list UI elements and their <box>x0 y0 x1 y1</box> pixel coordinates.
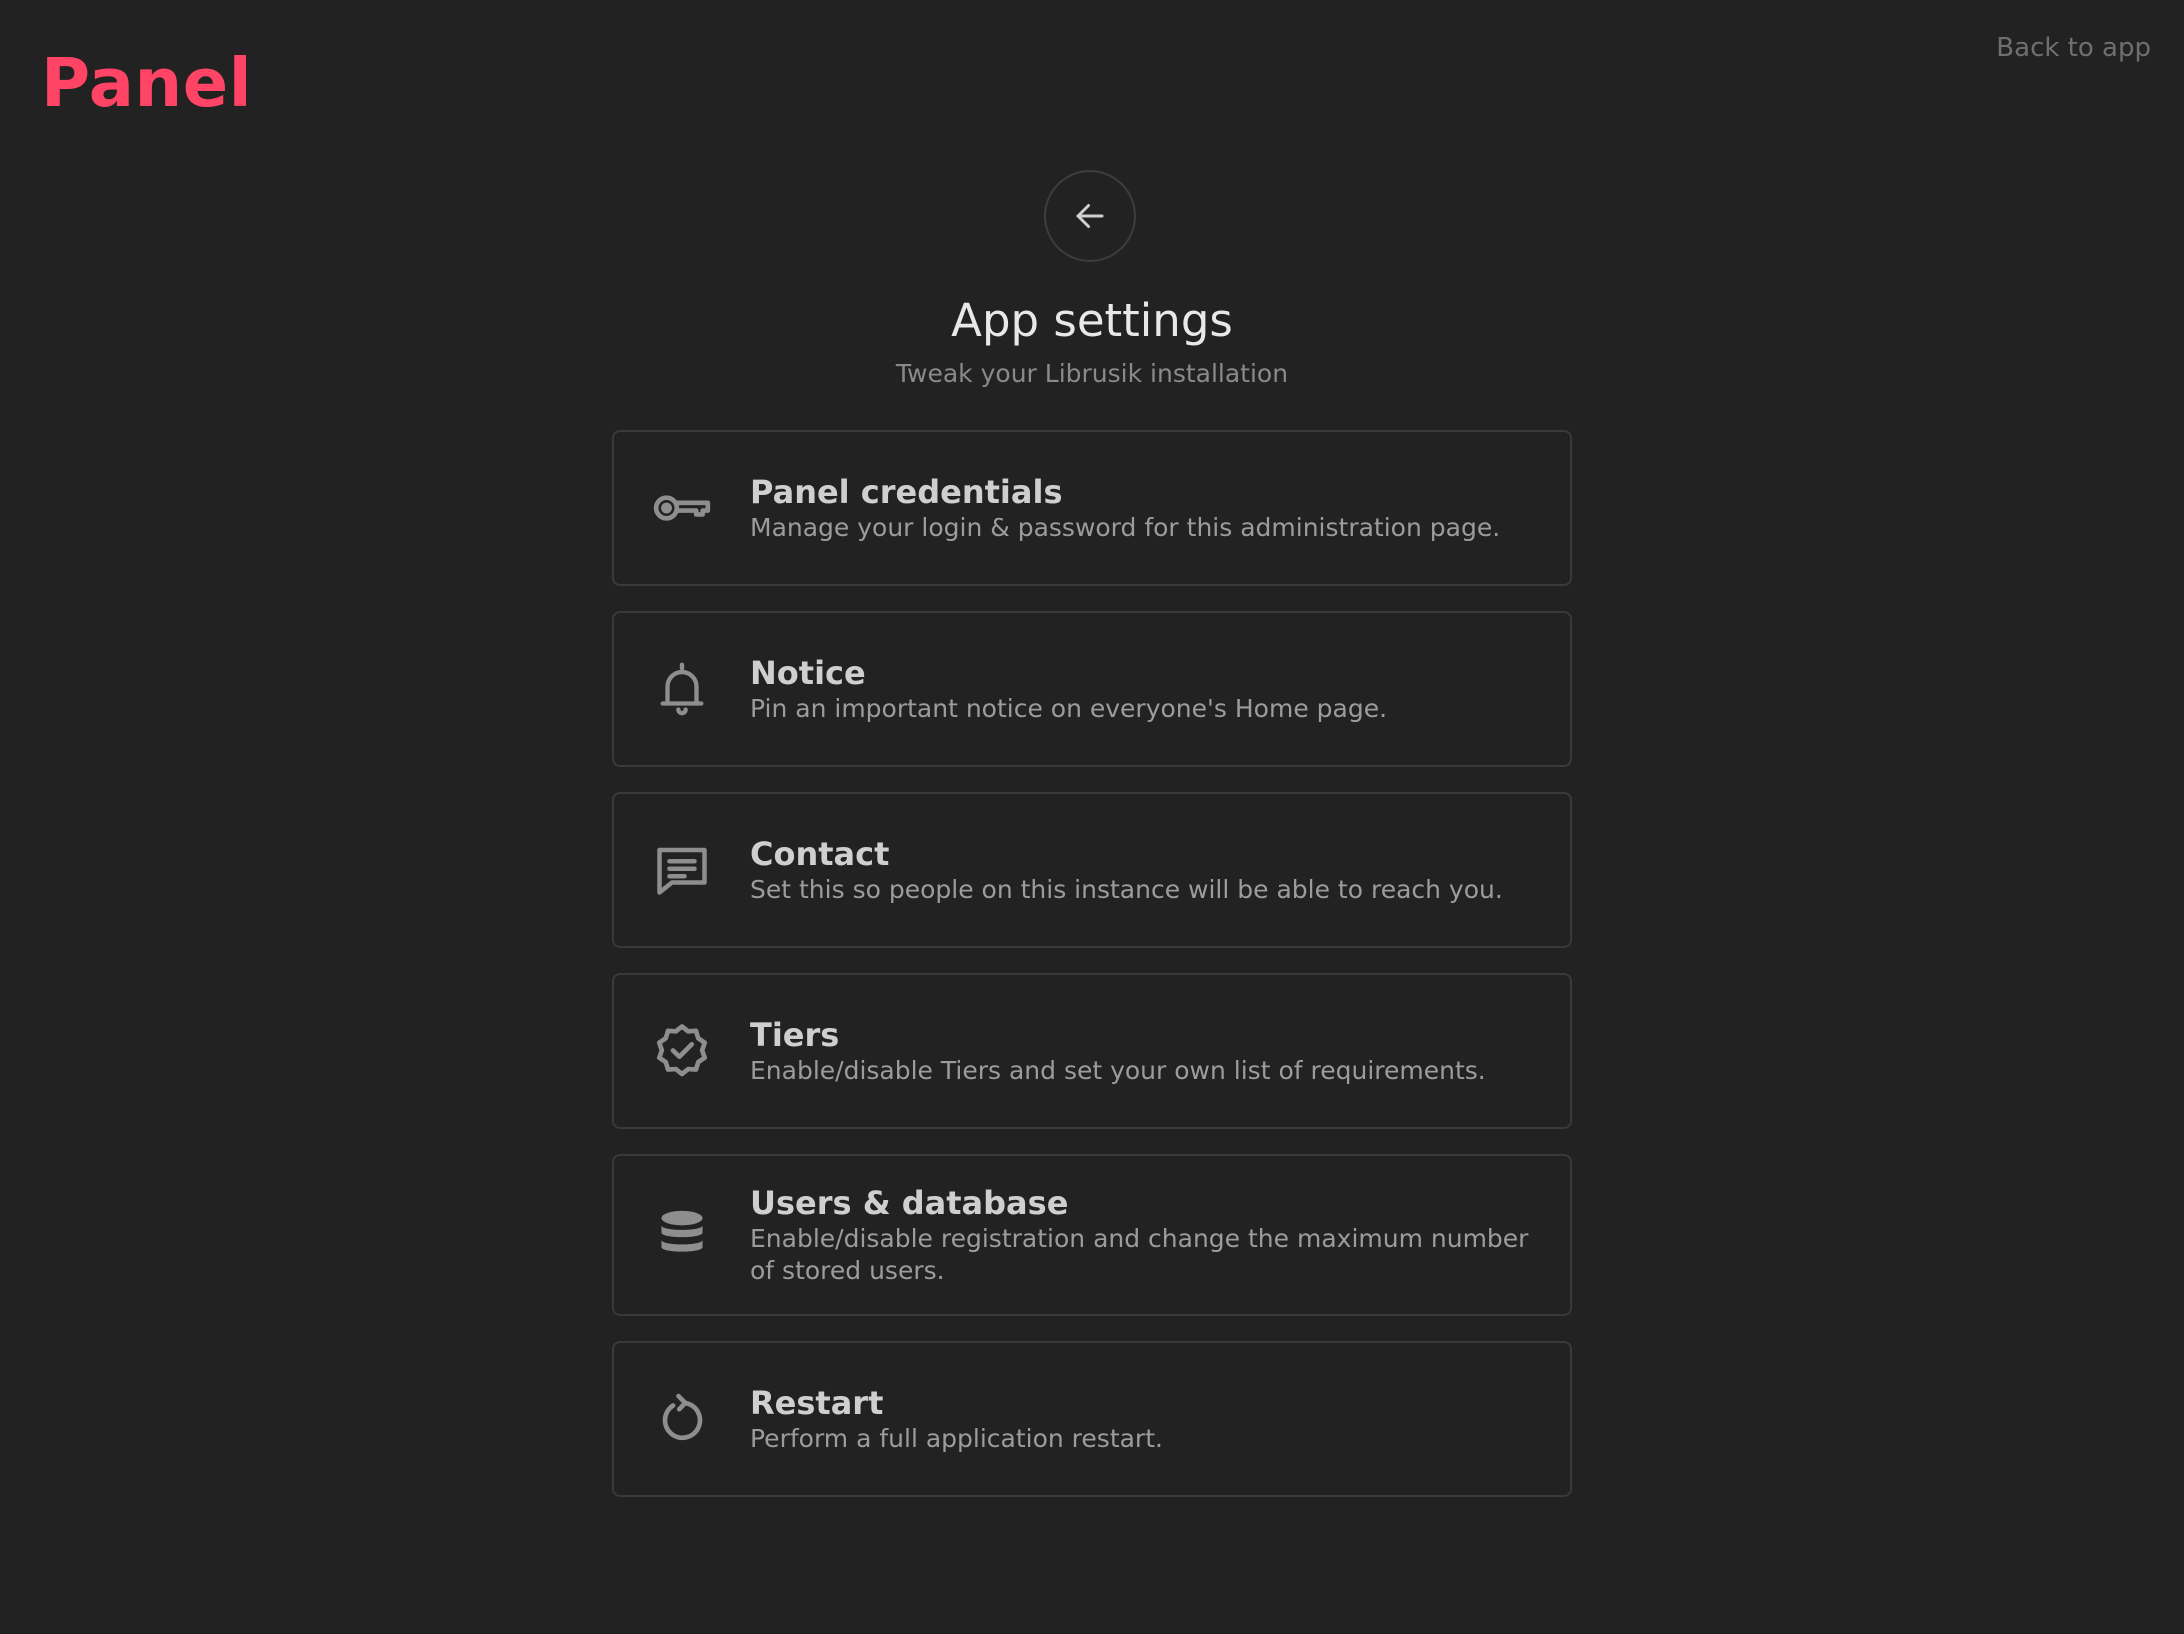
back-button[interactable] <box>1044 170 1136 262</box>
card-description: Manage your login & password for this ad… <box>750 513 1501 542</box>
settings-card-users-database[interactable]: Users & database Enable/disable registra… <box>612 1154 1572 1316</box>
card-title: Panel credentials <box>750 473 1063 511</box>
arrow-left-icon <box>1076 204 1104 228</box>
card-description: Pin an important notice on everyone's Ho… <box>750 694 1388 723</box>
card-title: Notice <box>750 654 866 692</box>
settings-list: Panel credentials Manage your login & pa… <box>612 430 1572 1522</box>
card-description: Set this so people on this instance will… <box>750 875 1503 904</box>
back-to-app-link[interactable]: Back to app <box>1996 28 2151 68</box>
settings-card-tiers[interactable]: Tiers Enable/disable Tiers and set your … <box>612 973 1572 1129</box>
settings-card-contact[interactable]: Contact Set this so people on this insta… <box>612 792 1572 948</box>
badge-check-icon <box>656 1024 708 1077</box>
page-title: App settings <box>951 294 1233 347</box>
settings-card-notice[interactable]: Notice Pin an important notice on everyo… <box>612 611 1572 767</box>
message-icon <box>657 847 707 895</box>
database-icon <box>661 1210 703 1252</box>
bell-icon <box>660 662 704 716</box>
card-title: Tiers <box>750 1016 840 1054</box>
card-title: Users & database <box>750 1184 1069 1222</box>
brand-logo: Panel <box>41 44 253 122</box>
card-title: Restart <box>750 1384 884 1422</box>
settings-page: Panel Back to app App settings Tweak you… <box>0 0 2184 1634</box>
card-title: Contact <box>750 835 890 873</box>
settings-card-panel-credentials[interactable]: Panel credentials Manage your login & pa… <box>612 430 1572 586</box>
key-icon <box>653 495 711 521</box>
restart-icon <box>662 1393 703 1441</box>
page-subtitle: Tweak your Librusik installation <box>895 359 1289 388</box>
card-description: Enable/disable registration and change t… <box>750 1224 1529 1285</box>
settings-card-restart[interactable]: Restart Perform a full application resta… <box>612 1341 1572 1497</box>
card-description: Perform a full application restart. <box>750 1424 1163 1453</box>
card-description: Enable/disable Tiers and set your own li… <box>750 1056 1486 1085</box>
